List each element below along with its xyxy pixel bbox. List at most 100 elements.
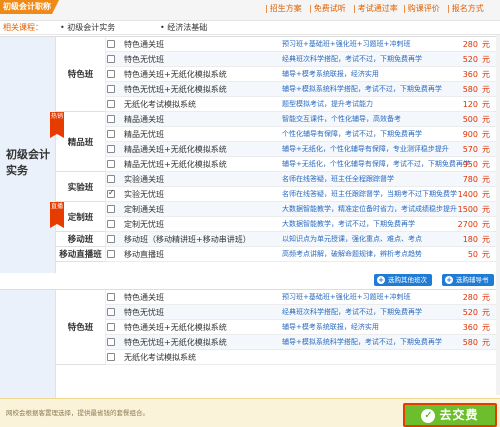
course-row[interactable]: 移动直播班 高频考点讲解，破解命题规律，辨析考点趋势 50 元 xyxy=(56,247,500,262)
course-row[interactable]: 移动班（移动精讲班+移动串讲班） 以知识点为单元授课，强化重点、难点、考点 180 元 xyxy=(56,232,500,247)
course-description[interactable]: 大数据智能教学，精准定位备时省力，考试成绩稳步提升 xyxy=(282,204,457,215)
course-row[interactable]: 精品无忧班 个性化辅导有保障，考试不过，下期免费再学 900 元 xyxy=(56,127,500,142)
course-price: 180 xyxy=(462,235,478,244)
course-description[interactable]: 大数据智能教学，考试不过，下期免费再学 xyxy=(282,219,415,230)
course-checkbox[interactable] xyxy=(107,293,115,301)
course-description[interactable]: 辅导+模考系统联报，经济实用 xyxy=(282,322,379,333)
course-checkbox[interactable] xyxy=(107,55,115,63)
course-row[interactable]: 定制通关班 大数据智能教学，精准定位备时省力，考试成绩稳步提升 1500 元 xyxy=(56,202,500,217)
class-category-label: 移动直播班 xyxy=(59,250,102,260)
course-description[interactable]: 辅导+无纸化，个性化辅导有保障，专业测评稳步提升 xyxy=(282,144,449,155)
course-checkbox[interactable] xyxy=(107,338,115,346)
group-subject-column xyxy=(0,290,56,398)
buy-other-classes-button[interactable]: + 选购其他班次 xyxy=(374,274,432,286)
price-unit: 元 xyxy=(482,323,490,332)
course-description[interactable]: 预习班+基础班+强化班+习题班+冲刺班 xyxy=(282,292,410,303)
course-row[interactable]: 特色通关班+无纸化模拟系统 辅导+模考系统联报，经济实用 360 元 xyxy=(56,320,500,335)
course-checkbox[interactable] xyxy=(107,323,115,331)
link-signup-method[interactable]: | 报名方式 xyxy=(447,3,484,15)
course-checkbox[interactable] xyxy=(107,250,115,258)
course-row[interactable]: 特色通关班+无纸化模拟系统 辅导+模考系统联报，经济实用 360 元 xyxy=(56,67,500,82)
pay-button[interactable]: ✓ 去交费 xyxy=(403,403,497,427)
course-description[interactable]: 高频考点讲解，破解命题规律，辨析考点趋势 xyxy=(282,249,422,260)
price-unit: 元 xyxy=(482,85,490,94)
course-description[interactable]: 个性化辅导有保障，考试不过，下期免费再学 xyxy=(282,129,422,140)
course-name: 定制通关班 xyxy=(124,205,164,214)
course-row[interactable]: 实验通关班 名师在线答疑，班主任全程跟踪督学 780 元 xyxy=(56,172,500,187)
price-unit: 元 xyxy=(482,338,490,347)
link-pass-rate[interactable]: | 考试通过率 xyxy=(353,3,398,15)
course-row[interactable]: 无纸化考试模拟系统 题型模拟考试，提升考试能力 120 元 xyxy=(56,97,500,112)
course-name: 精品通关班+无纸化模拟系统 xyxy=(124,145,227,154)
course-description[interactable]: 经典班次科学搭配，考试不过，下期免费再学 xyxy=(282,54,422,65)
price-unit: 元 xyxy=(482,250,490,259)
course-checkbox[interactable] xyxy=(107,70,115,78)
course-checkbox[interactable] xyxy=(107,235,115,243)
course-checkbox[interactable] xyxy=(107,40,115,48)
course-name: 移动班（移动精讲班+移动串讲班） xyxy=(124,235,251,244)
scrollbar[interactable] xyxy=(496,35,500,395)
course-checkbox[interactable] xyxy=(107,85,115,93)
course-row[interactable]: 精品通关班+无纸化模拟系统 辅导+无纸化，个性化辅导有保障，专业测评稳步提升 570… xyxy=(56,142,500,157)
course-price: 1500 xyxy=(457,205,478,214)
price-unit: 元 xyxy=(482,308,490,317)
course-description[interactable]: 名师在线答疑，班主任全程跟踪督学 xyxy=(282,174,394,185)
course-row[interactable]: 精品无忧班+无纸化模拟系统 辅导+无纸化，个性化辅导有保障，考试不过，下期免费再学… xyxy=(56,157,500,172)
related-link-economic-law[interactable]: • 经济法基础 xyxy=(160,22,207,34)
course-description[interactable]: 经典班次科学搭配，考试不过，下期免费再学 xyxy=(282,307,422,318)
course-price: 500 xyxy=(462,115,478,124)
price-unit: 元 xyxy=(482,190,490,199)
course-row[interactable]: 无纸化考试模拟系统 xyxy=(56,350,500,365)
course-price: 120 xyxy=(462,100,478,109)
price-unit: 元 xyxy=(482,55,490,64)
course-description[interactable]: 辅导+模拟系统科学搭配，考试不过，下期免费再学 xyxy=(282,84,442,95)
course-price: 2700 xyxy=(457,220,478,229)
course-name: 精品无忧班+无纸化模拟系统 xyxy=(124,160,227,169)
link-enrollment[interactable]: | 招生方案 xyxy=(265,3,302,15)
course-description[interactable]: 以知识点为单元授课，强化重点、难点、考点 xyxy=(282,234,422,245)
course-description[interactable]: 辅导+模拟系统科学搭配，考试不过，下期免费再学 xyxy=(282,337,442,348)
course-price: 780 xyxy=(462,175,478,184)
link-free-trial[interactable]: | 免费试听 xyxy=(309,3,346,15)
course-checkbox[interactable] xyxy=(107,100,115,108)
course-checkbox[interactable] xyxy=(107,160,115,168)
course-name: 特色无忧班+无纸化模拟系统 xyxy=(124,85,227,94)
price-unit: 元 xyxy=(482,70,490,79)
course-price: 570 xyxy=(462,145,478,154)
course-checkbox[interactable] xyxy=(107,353,115,361)
course-price: 900 xyxy=(462,130,478,139)
course-name: 精品无忧班 xyxy=(124,130,164,139)
course-row[interactable]: 特色无忧班 经典班次科学搭配，考试不过，下期免费再学 520 元 xyxy=(56,52,500,67)
course-description[interactable]: 名师在线答疑，班主任跟踪督学，当期考不过下期免费学 xyxy=(282,189,457,200)
course-description[interactable]: 预习班+基础班+强化班+习题班+冲刺班 xyxy=(282,39,410,50)
course-price: 1400 xyxy=(457,190,478,199)
course-checkbox[interactable] xyxy=(107,220,115,228)
course-row[interactable]: 特色无忧班 经典班次科学搭配，考试不过，下期免费再学 520 元 xyxy=(56,305,500,320)
course-name: 特色无忧班 xyxy=(124,308,164,317)
course-description[interactable]: 题型模拟考试，提升考试能力 xyxy=(282,99,373,110)
course-checkbox[interactable] xyxy=(107,115,115,123)
link-reviews[interactable]: | 购课评价 xyxy=(403,3,440,15)
course-row[interactable]: 定制无忧班 大数据智能教学，考试不过，下期免费再学 2700 元 xyxy=(56,217,500,232)
course-description[interactable]: 辅导+无纸化，个性化辅导有保障，考试不过，下期免费再学 xyxy=(282,159,470,170)
course-row[interactable]: 特色通关班 预习班+基础班+强化班+习题班+冲刺班 280 元 xyxy=(56,290,500,305)
course-checkbox[interactable] xyxy=(107,175,115,183)
course-checkbox[interactable] xyxy=(107,130,115,138)
course-name: 无纸化考试模拟系统 xyxy=(124,353,196,362)
course-checkbox[interactable] xyxy=(107,308,115,316)
course-description[interactable]: 智能交互课件，个性化辅导，高效备考 xyxy=(282,114,401,125)
course-row[interactable]: 实验无忧班 名师在线答疑，班主任跟踪督学，当期考不过下期免费学1400 元 xyxy=(56,187,500,202)
course-row[interactable]: 特色无忧班+无纸化模拟系统 辅导+模拟系统科学搭配，考试不过，下期免费再学 580 元 xyxy=(56,335,500,350)
course-checkbox[interactable] xyxy=(107,205,115,213)
course-name: 精品通关班 xyxy=(124,115,164,124)
buy-books-button[interactable]: + 选购辅导书 xyxy=(442,274,494,286)
tab-active[interactable]: 初级会计职称 xyxy=(0,0,59,14)
course-row[interactable]: 精品通关班 智能交互课件，个性化辅导，高效备考 500 元 xyxy=(56,112,500,127)
course-row[interactable]: 特色通关班 预习班+基础班+强化班+习题班+冲刺班 280 元 xyxy=(56,37,500,52)
course-row[interactable]: 特色无忧班+无纸化模拟系统 辅导+模拟系统科学搭配，考试不过，下期免费再学 580 元 xyxy=(56,82,500,97)
course-description[interactable]: 辅导+模考系统联报，经济实用 xyxy=(282,69,379,80)
course-checkbox[interactable] xyxy=(107,145,115,153)
course-name: 移动直播班 xyxy=(124,250,164,259)
related-link-accounting[interactable]: • 初级会计实务 xyxy=(60,22,115,34)
course-checkbox[interactable] xyxy=(107,188,115,198)
